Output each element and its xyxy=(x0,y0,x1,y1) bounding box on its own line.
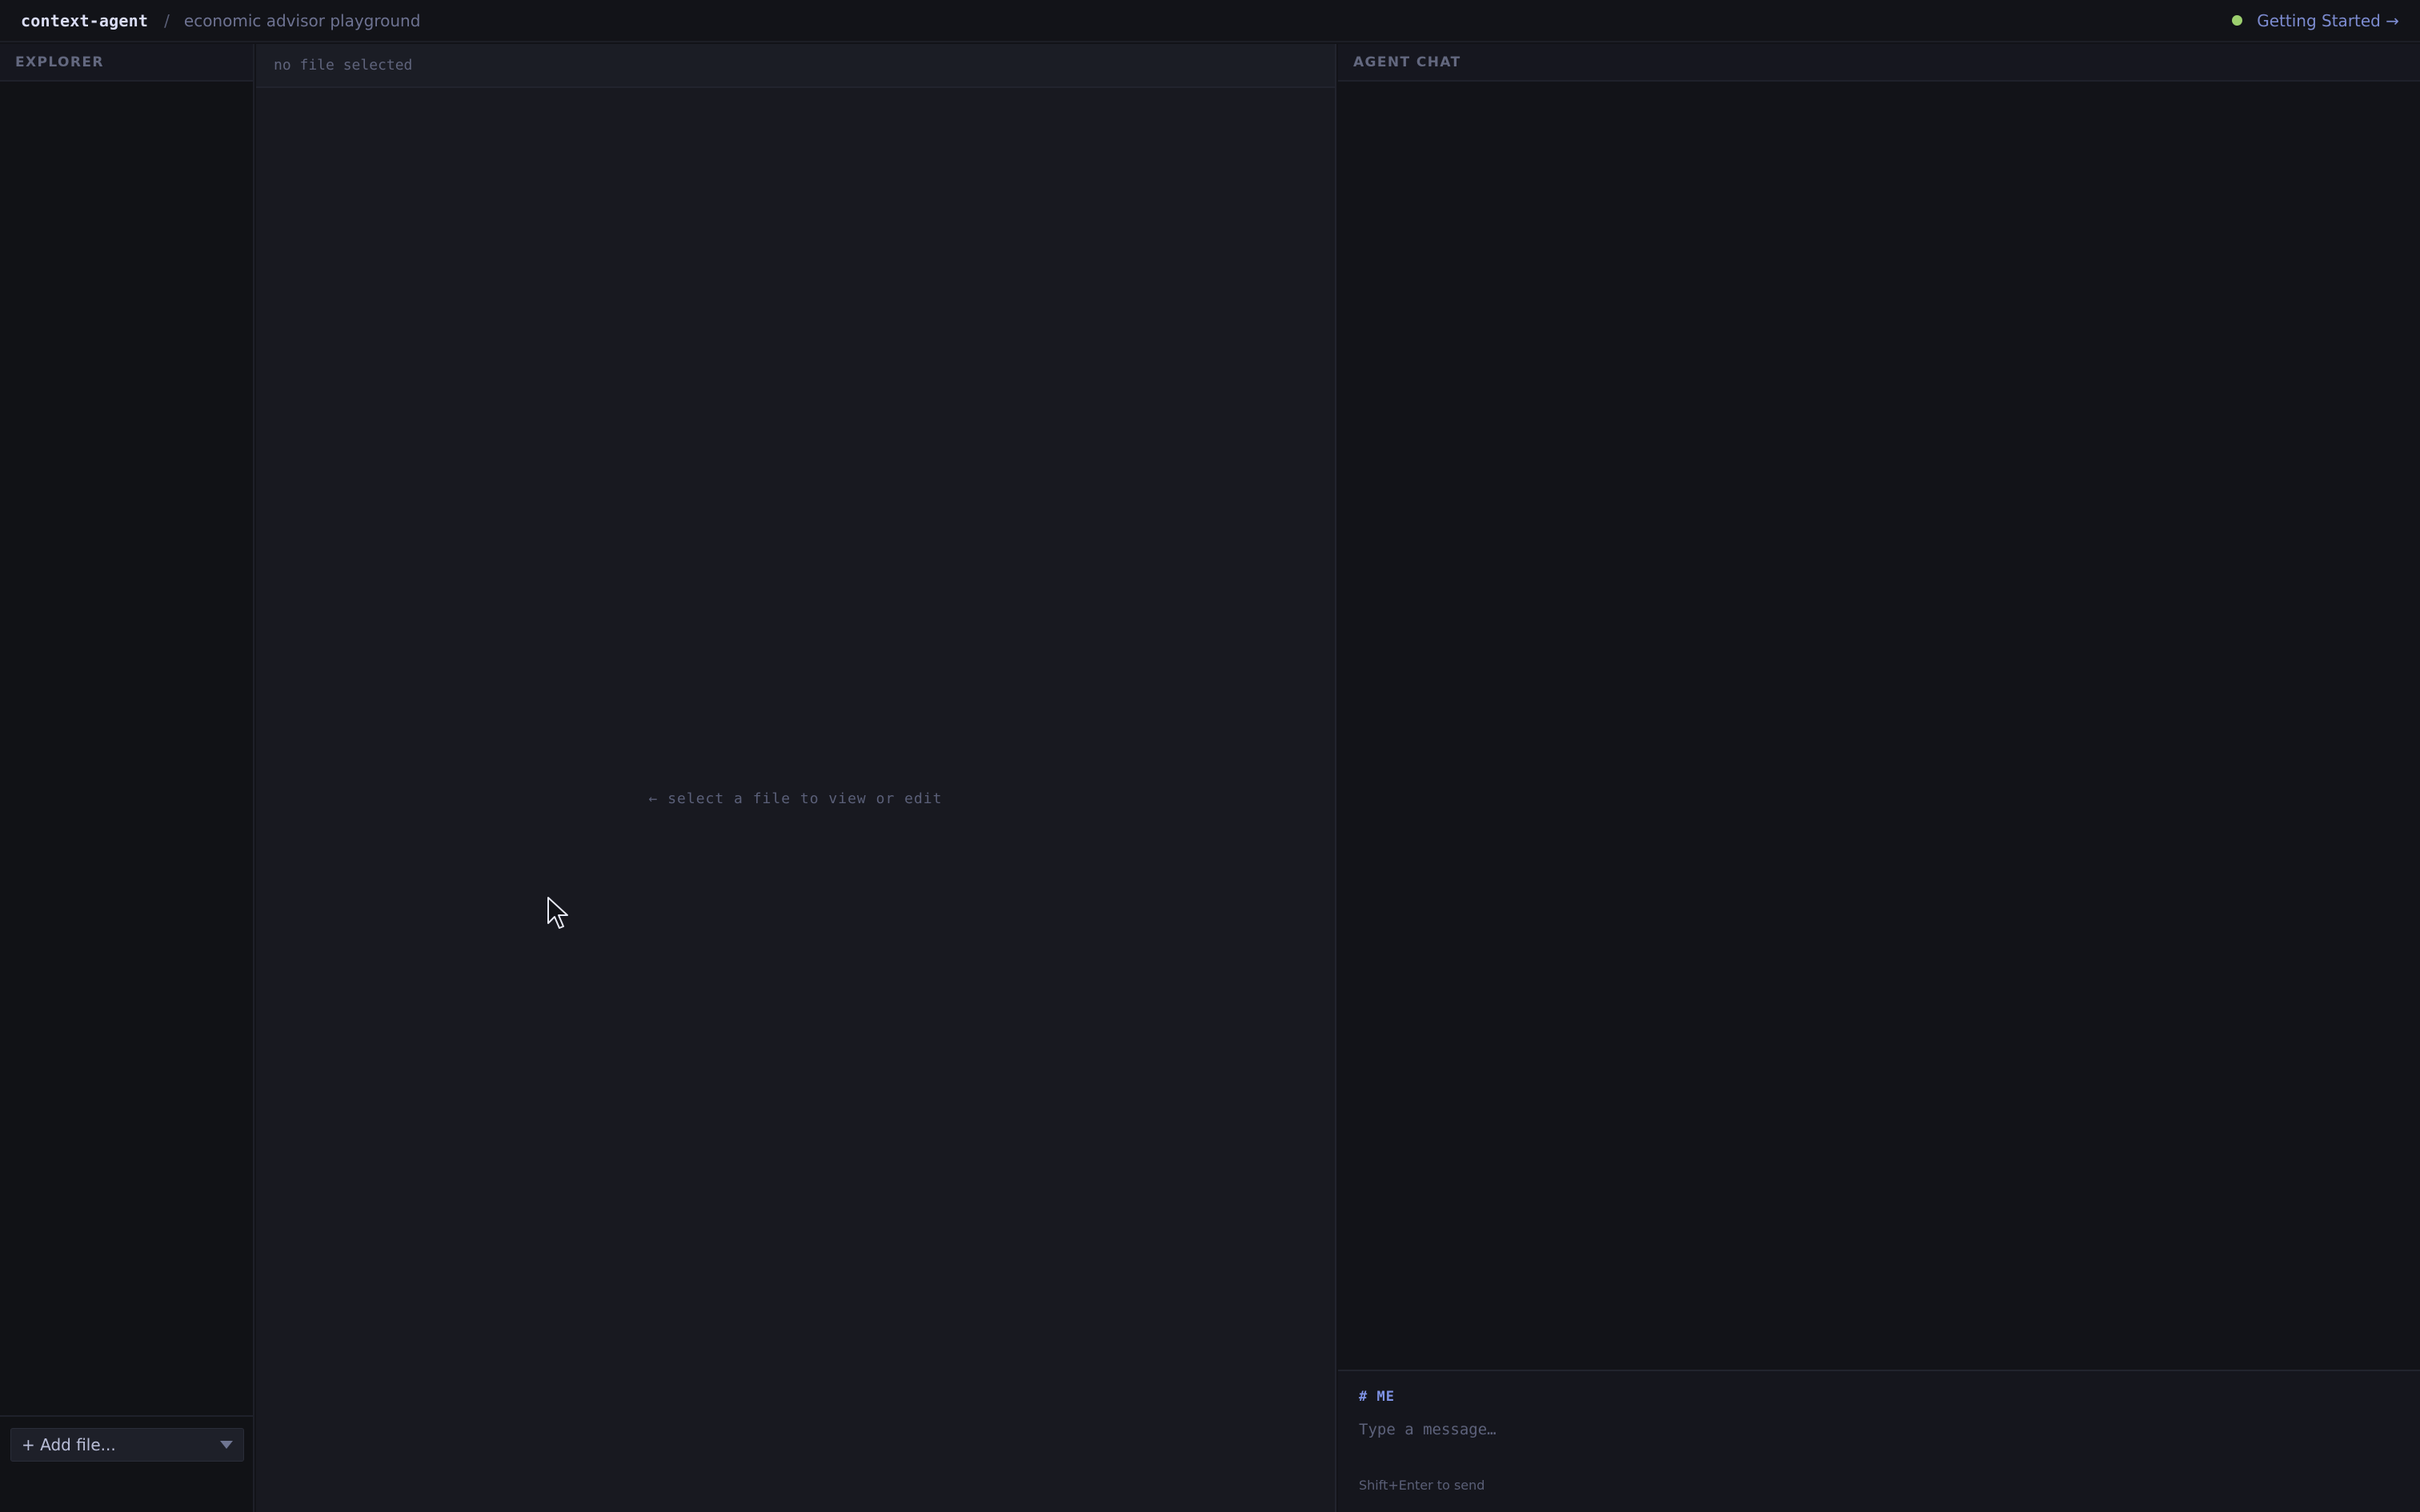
composer-role-label: # ME xyxy=(1359,1389,1395,1405)
editor-file-title: no file selected xyxy=(256,44,1335,88)
getting-started-link[interactable]: Getting Started → xyxy=(2257,11,2399,30)
caret-down-icon[interactable] xyxy=(220,1441,233,1449)
chat-message-list[interactable] xyxy=(1338,83,2420,1410)
add-file-button[interactable]: + Add file... xyxy=(10,1428,244,1462)
connection-status-icon xyxy=(2232,15,2243,26)
top-bar: context-agent / economic advisor playgro… xyxy=(0,0,2420,42)
file-tree[interactable] xyxy=(0,83,253,1415)
chat-composer: # ME Shift+Enter to send xyxy=(1338,1370,2420,1512)
agent-chat-panel: AGENT CHAT # ME Shift+Enter to send xyxy=(1338,44,2420,1512)
explorer-title: EXPLORER xyxy=(0,44,253,82)
add-file-label: + Add file... xyxy=(22,1435,116,1454)
top-bar-right: Getting Started → xyxy=(2232,11,2399,30)
explorer-panel: EXPLORER + Add file... xyxy=(0,44,254,1512)
editor-panel: no file selected ← select a file to view… xyxy=(256,44,1336,1512)
app-name[interactable]: context-agent xyxy=(21,11,148,30)
message-input[interactable] xyxy=(1357,1411,2390,1448)
send-hint: Shift+Enter to send xyxy=(1359,1478,1485,1493)
editor-empty-message: ← select a file to view or edit xyxy=(648,790,943,807)
explorer-footer: + Add file... xyxy=(0,1415,253,1512)
breadcrumb-separator: / xyxy=(164,10,170,30)
agent-chat-title: AGENT CHAT xyxy=(1338,44,2420,82)
project-name: economic advisor playground xyxy=(183,10,421,30)
